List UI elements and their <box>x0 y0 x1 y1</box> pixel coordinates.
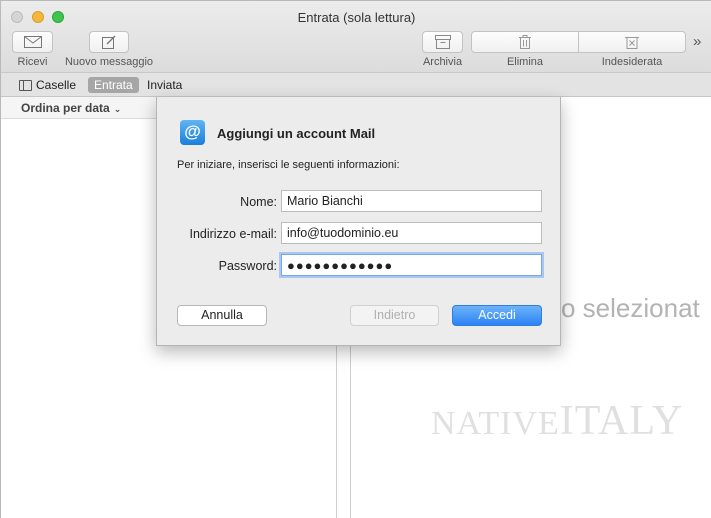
no-selection-text: o selezionat <box>561 293 700 323</box>
delete-label: Elimina <box>506 56 544 68</box>
junk-button[interactable] <box>578 31 686 53</box>
sidebar-toggle-icon <box>19 79 32 91</box>
title-toolbar: Entrata (sola lettura) Ricevi Nuovo mess… <box>1 1 711 73</box>
sign-in-button[interactable]: Accedi <box>452 305 542 326</box>
favorite-sent[interactable]: Inviata <box>141 77 188 93</box>
favorite-inbox[interactable]: Entrata <box>88 77 139 93</box>
archive-label: Archivia <box>422 56 463 68</box>
get-mail-button[interactable] <box>12 31 53 53</box>
window-title: Entrata (sola lettura) <box>297 10 416 25</box>
chevron-down-icon: ⌄ <box>113 104 122 114</box>
email-label: Indirizzo e-mail: <box>189 227 277 241</box>
junk-bin-icon <box>625 37 639 49</box>
sheet-title: Aggiungi un account Mail <box>217 126 376 141</box>
back-button[interactable]: Indietro <box>350 305 439 326</box>
envelope-icon <box>23 36 42 48</box>
junk-label: Indesiderata <box>601 56 663 68</box>
get-mail-label: Ricevi <box>17 56 48 68</box>
compose-icon <box>102 35 116 49</box>
add-account-sheet: @ Aggiungi un account Mail Per iniziare,… <box>156 97 561 346</box>
toolbar-overflow-icon[interactable]: » <box>693 33 702 50</box>
new-message-button[interactable] <box>89 31 129 53</box>
delete-button[interactable] <box>471 31 579 53</box>
password-field[interactable] <box>281 254 542 276</box>
password-label: Password: <box>218 259 277 273</box>
mailboxes-button[interactable]: Caselle <box>15 77 82 93</box>
watermark-native: NATIVE <box>431 405 560 442</box>
favorites-bar: Caselle Entrata Inviata <box>1 73 711 97</box>
watermark-logo: NATIVEITALY <box>431 397 683 445</box>
new-message-label: Nuovo messaggio <box>64 56 154 68</box>
name-label: Nome: <box>240 195 277 209</box>
mailboxes-label: Caselle <box>36 78 77 92</box>
mail-at-icon: @ <box>180 120 205 145</box>
watermark-italy: ITALY <box>559 398 684 444</box>
pane-divider[interactable] <box>350 346 351 518</box>
archive-button[interactable] <box>422 31 463 53</box>
sort-menu[interactable]: Ordina per data ⌄ <box>21 101 121 115</box>
trash-icon <box>519 35 531 49</box>
cancel-button[interactable]: Annulla <box>177 305 267 326</box>
email-field[interactable] <box>281 222 542 244</box>
name-field[interactable] <box>281 190 542 212</box>
archive-box-icon <box>434 35 451 49</box>
sheet-subtitle: Per iniziare, inserisci le seguenti info… <box>177 159 400 171</box>
sort-label: Ordina per data <box>21 101 110 115</box>
mail-window: Entrata (sola lettura) Ricevi Nuovo mess… <box>0 0 711 518</box>
